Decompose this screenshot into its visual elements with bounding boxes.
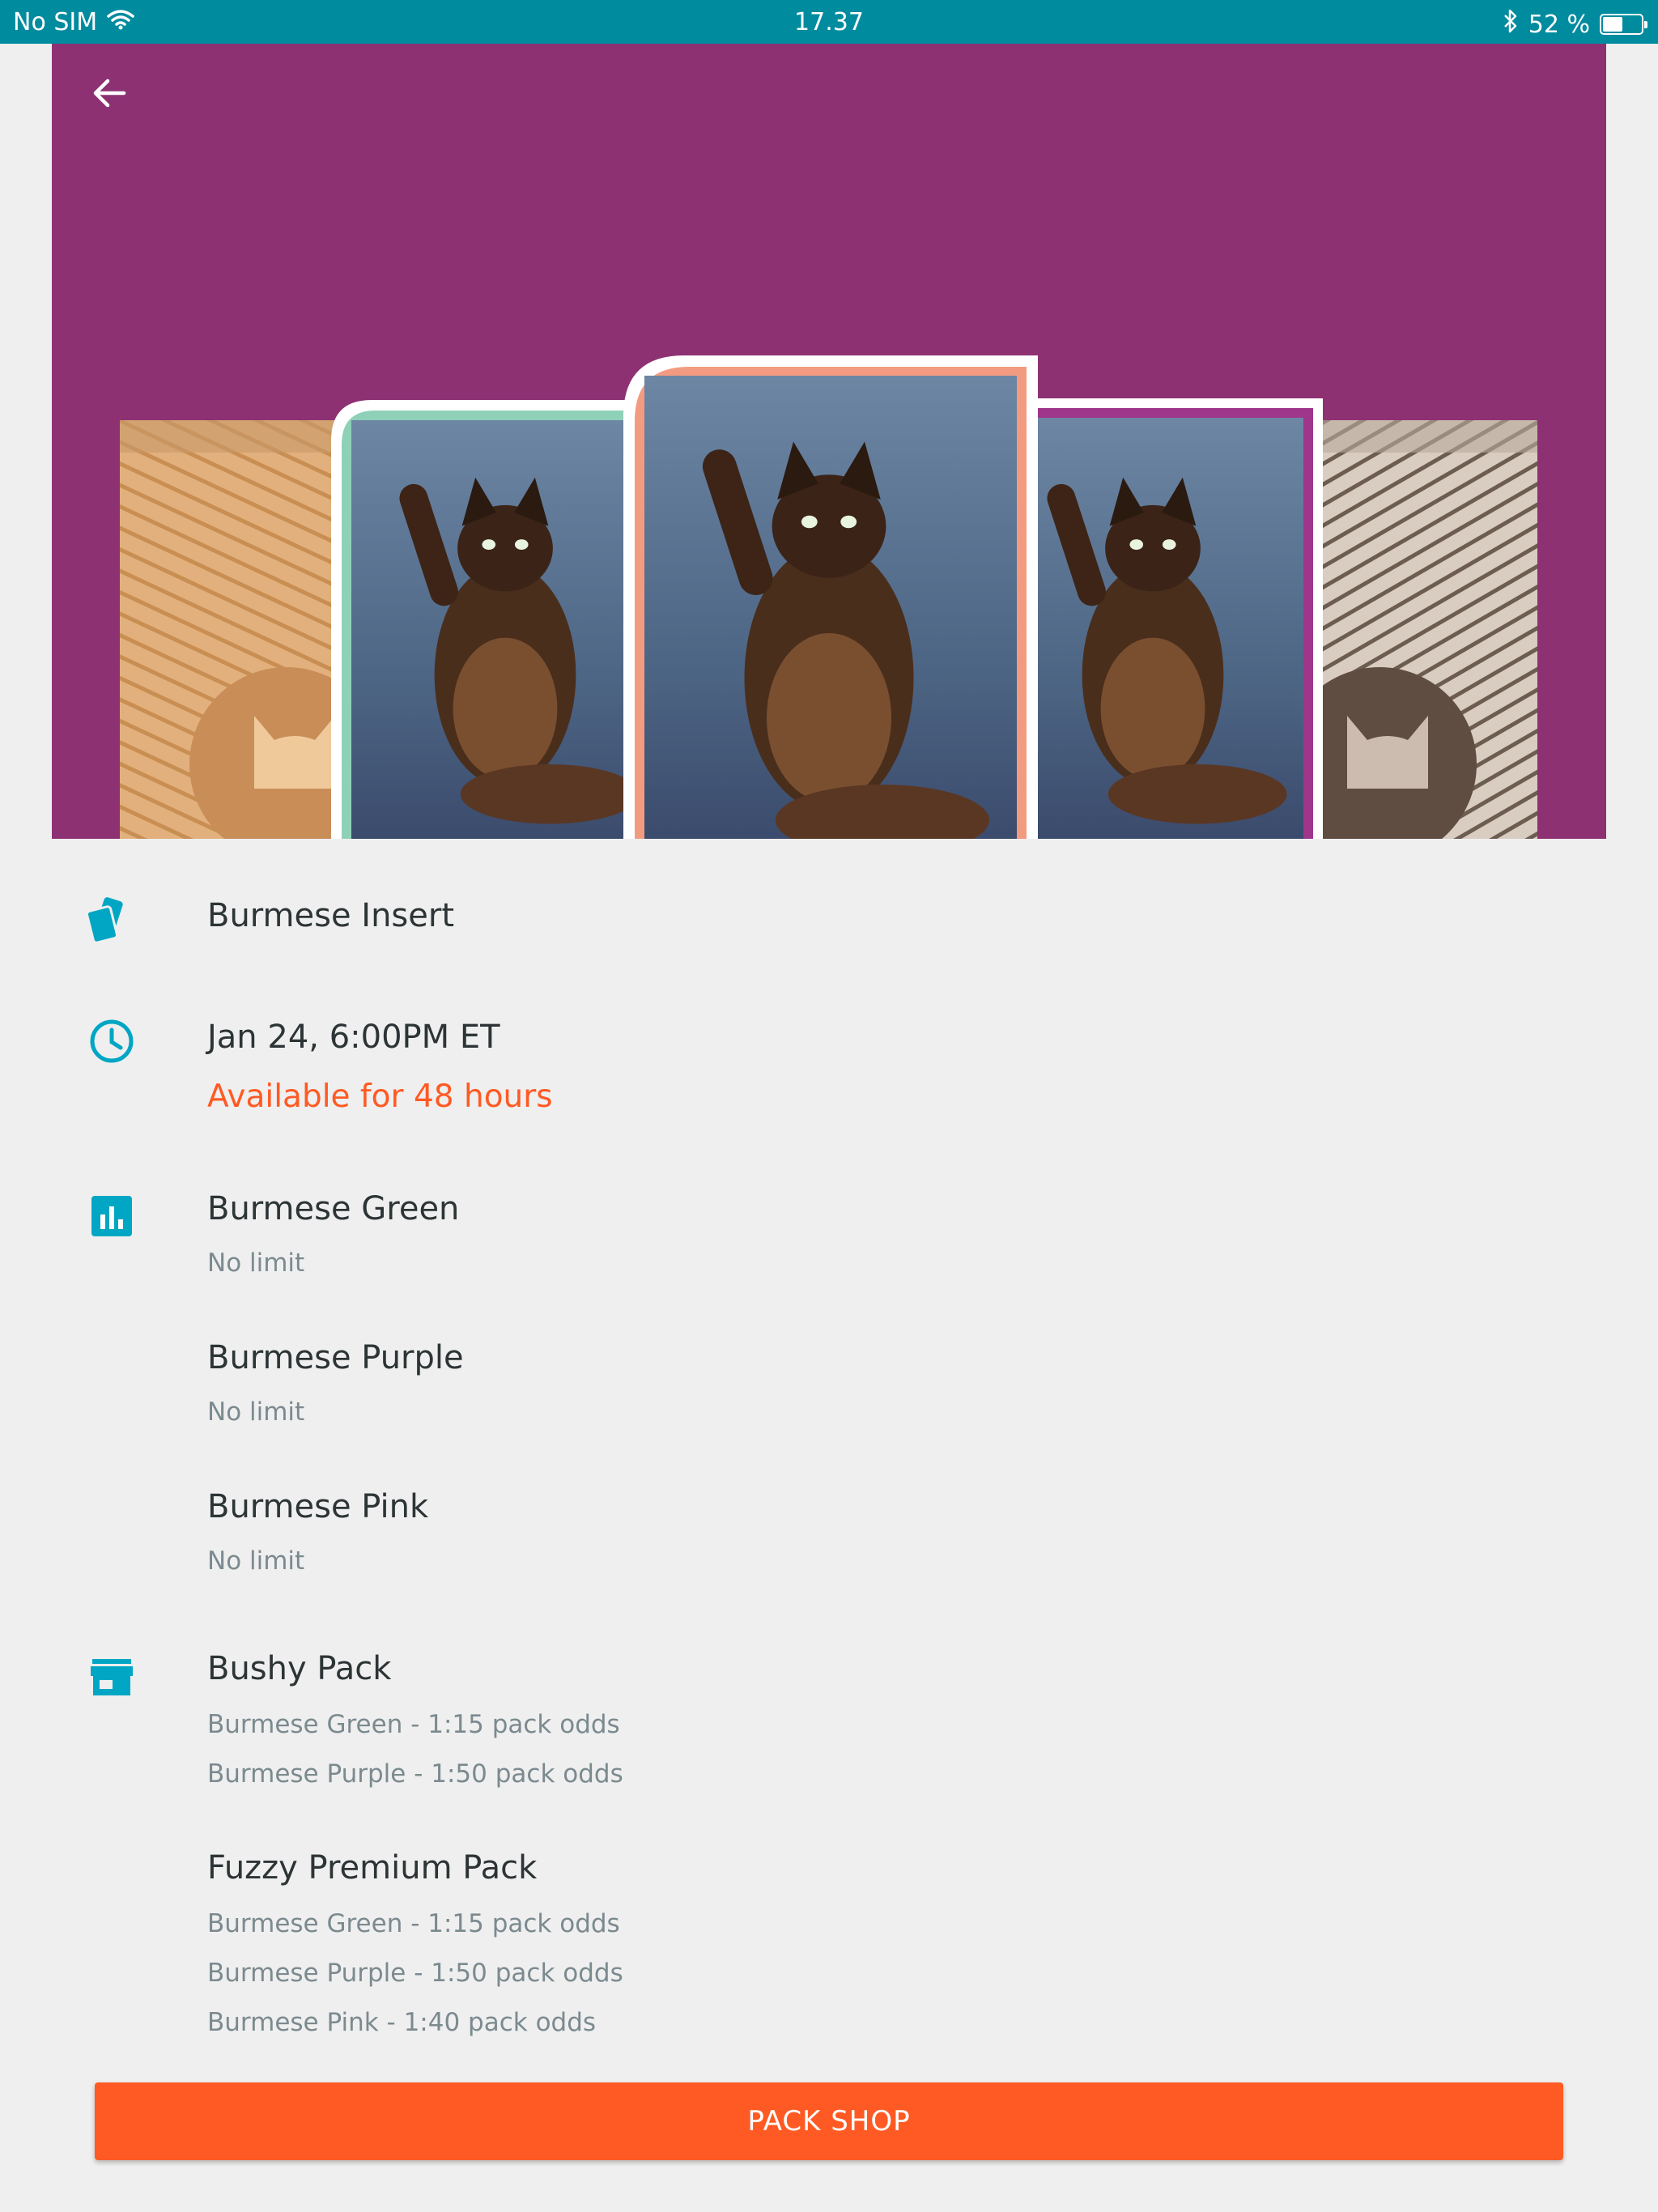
pack-odds: Burmese Green - 1:15 pack odds (207, 1710, 620, 1739)
battery-percent: 52 % (1528, 10, 1590, 39)
card-artwork (120, 355, 1537, 839)
purple-card (1007, 398, 1323, 839)
variant-limit: No limit (207, 1546, 305, 1576)
bar-chart-icon (91, 1196, 132, 1236)
pack-odds: Burmese Purple - 1:50 pack odds (207, 1959, 623, 1988)
insert-name: Burmese Insert (207, 897, 454, 934)
battery-icon (1600, 14, 1647, 35)
bluetooth-icon (1503, 8, 1519, 40)
pack-name: Bushy Pack (207, 1650, 392, 1687)
availability-text: Available for 48 hours (207, 1078, 553, 1115)
variant-name: Burmese Green (207, 1190, 460, 1227)
hero-banner (52, 44, 1606, 839)
back-button[interactable] (81, 65, 138, 121)
status-time: 17.37 (794, 8, 864, 36)
clock-icon (90, 1019, 134, 1063)
pack-odds: Burmese Pink - 1:40 pack odds (207, 2008, 597, 2037)
pack-odds: Burmese Purple - 1:50 pack odds (207, 1759, 623, 1789)
cards-icon (87, 897, 123, 944)
status-bar: No SIM 17.37 52 % (0, 0, 1658, 44)
pack-odds: Burmese Green - 1:15 pack odds (207, 1909, 620, 1938)
variant-name: Burmese Pink (207, 1488, 429, 1525)
pack-shop-button[interactable]: PACK SHOP (95, 2082, 1563, 2160)
green-card (331, 400, 640, 839)
variant-limit: No limit (207, 1397, 305, 1427)
pack-name: Fuzzy Premium Pack (207, 1849, 538, 1887)
store-icon (91, 1659, 133, 1695)
arrow-left-icon (93, 79, 126, 108)
variant-limit: No limit (207, 1249, 305, 1278)
battery-fill (1603, 17, 1622, 32)
pink-card (623, 355, 1038, 839)
schedule-date: Jan 24, 6:00PM ET (207, 1019, 500, 1056)
variant-name: Burmese Purple (207, 1339, 464, 1376)
